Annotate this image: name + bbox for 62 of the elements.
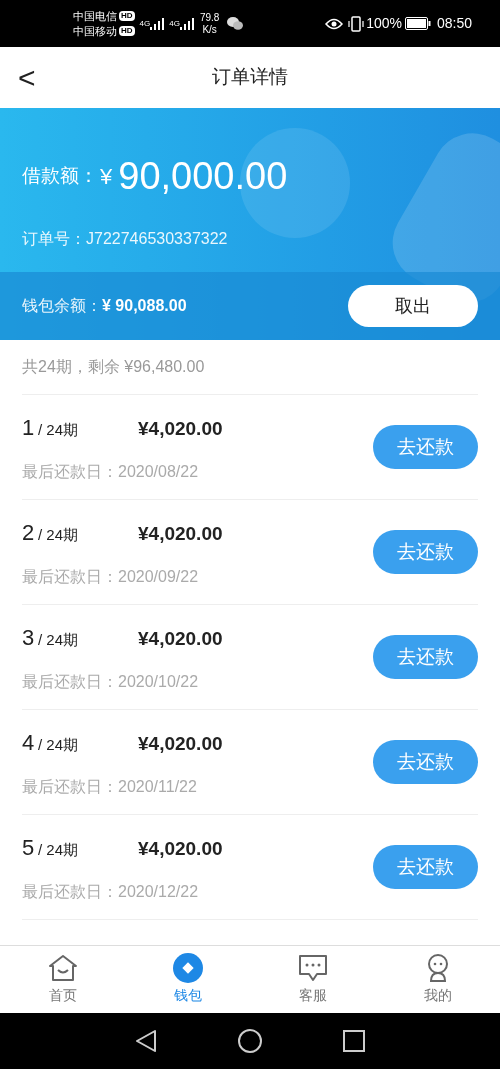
period-number: 2 bbox=[22, 518, 34, 547]
vibrate-icon bbox=[348, 15, 365, 32]
installment-amount: ¥4,020.00 bbox=[138, 731, 223, 756]
signal-icon bbox=[179, 17, 194, 30]
carrier-name: 中国移动 bbox=[73, 23, 117, 39]
tab-bar-item[interactable]: 客服 bbox=[250, 946, 375, 1013]
installment-amount: ¥4,020.00 bbox=[138, 836, 223, 861]
hd-badge: HD bbox=[119, 26, 135, 36]
due-date: 最后还款日：2020/10/22 bbox=[22, 671, 200, 692]
wallet-balance: ¥ 90,088.00 bbox=[102, 296, 187, 316]
back-triangle-icon[interactable] bbox=[135, 1029, 157, 1053]
installment-amount: ¥4,020.00 bbox=[138, 416, 223, 441]
carrier-name: 中国电信 bbox=[73, 8, 117, 24]
repay-button[interactable]: 去还款 bbox=[373, 845, 478, 889]
period-number: 4 bbox=[22, 728, 34, 757]
order-number: J722746530337322 bbox=[86, 229, 228, 249]
period-total: / 24期 bbox=[38, 629, 80, 650]
installment-summary: 共24期，剩余 ¥96,480.00 bbox=[22, 357, 205, 377]
period-total: / 24期 bbox=[38, 839, 80, 860]
order-label: 订单号： bbox=[22, 229, 86, 249]
back-button[interactable]: < bbox=[16, 62, 38, 93]
loan-amount: 90,000.00 bbox=[118, 154, 288, 199]
clock-time: 08:50 bbox=[436, 14, 472, 33]
page-title: 订单详情 bbox=[212, 65, 288, 90]
withdraw-button[interactable]: 取出 bbox=[348, 285, 478, 327]
period-number: 3 bbox=[22, 623, 34, 652]
installment-amount: ¥4,020.00 bbox=[138, 626, 223, 651]
installment-amount: ¥4,020.00 bbox=[138, 521, 223, 546]
home-icon bbox=[46, 953, 79, 983]
tab-bar-item[interactable]: 我的 bbox=[375, 946, 500, 1013]
battery-percent: 100% bbox=[366, 14, 402, 33]
chat-icon bbox=[296, 953, 329, 983]
repay-button[interactable]: 去还款 bbox=[373, 740, 478, 784]
home-circle-icon[interactable] bbox=[237, 1028, 263, 1054]
due-date: 最后还款日：2020/11/22 bbox=[22, 776, 198, 797]
network-label: 4G bbox=[169, 17, 180, 30]
hd-badge: HD bbox=[119, 11, 135, 21]
due-date: 最后还款日：2020/09/22 bbox=[22, 566, 200, 587]
due-date: 最后还款日：2020/08/22 bbox=[22, 461, 200, 482]
speed-value: 79.8 bbox=[199, 11, 220, 24]
period-number: 5 bbox=[22, 833, 34, 862]
wallet-icon bbox=[172, 953, 203, 983]
chat-bubbles-icon bbox=[227, 17, 244, 30]
tab-bar-item[interactable]: 钱包 bbox=[125, 946, 250, 1013]
period-total: / 24期 bbox=[38, 734, 80, 755]
due-date: 最后还款日：2020/12/22 bbox=[22, 881, 200, 902]
repay-button[interactable]: 去还款 bbox=[373, 425, 478, 469]
wallet-label: 钱包余额： bbox=[22, 296, 102, 316]
tab-bar-item[interactable]: 首页 bbox=[0, 946, 125, 1013]
loan-label: 借款额： bbox=[22, 164, 98, 189]
repay-button[interactable]: 去还款 bbox=[373, 635, 478, 679]
eye-icon bbox=[325, 17, 344, 30]
battery-icon bbox=[404, 17, 431, 30]
repay-button[interactable]: 去还款 bbox=[373, 530, 478, 574]
speed-unit: K/s bbox=[202, 23, 217, 36]
period-total: / 24期 bbox=[38, 419, 80, 440]
period-number: 1 bbox=[22, 413, 34, 442]
signal-icon bbox=[150, 17, 165, 30]
network-label: 4G bbox=[139, 17, 151, 30]
currency-symbol: ¥ bbox=[100, 163, 113, 191]
recents-square-icon[interactable] bbox=[343, 1030, 365, 1052]
period-total: / 24期 bbox=[38, 524, 80, 545]
